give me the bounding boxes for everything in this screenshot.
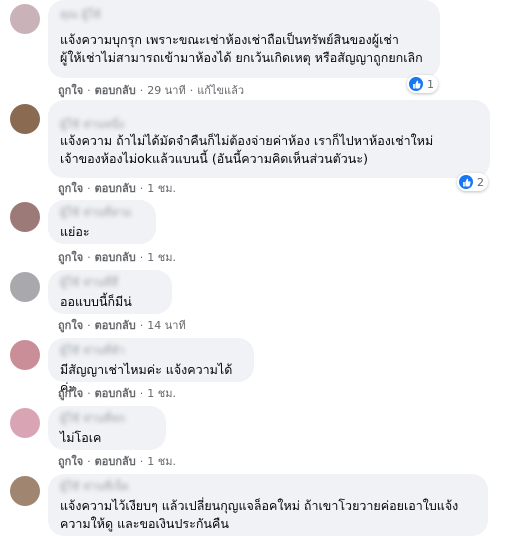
separator: ·: [139, 455, 144, 468]
thumbs-up-icon: [459, 175, 473, 189]
avatar[interactable]: [10, 104, 40, 134]
comment-bubble: ผู้ใช้ ท่านที่เจ็ด แจ้งความไว้เงียบๆ แล้…: [48, 474, 488, 536]
reaction-badge[interactable]: 1: [407, 75, 438, 93]
separator: ·: [139, 319, 144, 332]
separator: ·: [139, 182, 144, 195]
comment-time[interactable]: 14 นาที: [147, 319, 185, 332]
comment-actions: ถูกใจ · ตอบกลับ · 1 ชม.: [58, 387, 176, 401]
comment-bubble: ผู้ใช้ ท่านที่สี่ ออแบบนี้ก็มีน่: [48, 270, 172, 314]
separator: ·: [87, 182, 91, 195]
separator: ·: [87, 84, 91, 97]
reply-link[interactable]: ตอบกลับ: [95, 319, 136, 332]
reply-link[interactable]: ตอบกลับ: [95, 387, 136, 400]
comment-author[interactable]: คุณ ผู้ใช้: [60, 8, 428, 21]
reply-link[interactable]: ตอบกลับ: [95, 251, 136, 264]
avatar[interactable]: [10, 202, 40, 232]
separator: ·: [87, 319, 91, 332]
separator: ·: [87, 387, 91, 400]
separator: ·: [189, 84, 194, 97]
comment-author[interactable]: ผู้ใช้ ท่านที่สี่: [60, 276, 160, 289]
comment-bubble: ผู้ใช้ ท่านที่สาม แย่อะ: [48, 200, 156, 244]
comment-author[interactable]: ผู้ใช้ ท่านหนึ่ง: [60, 118, 478, 131]
comment-bubble: คุณ ผู้ใช้ แจ้งความบุกรุก เพราะขณะเช่าห้…: [48, 0, 440, 78]
thumbs-up-icon: [409, 77, 423, 91]
reply-link[interactable]: ตอบกลับ: [95, 84, 136, 97]
comment-bubble: ผู้ใช้ ท่านที่ห้า มีสัญญาเช่าไหมค่ะ แจ้ง…: [48, 338, 254, 395]
comment-text: ไม่โอเค: [60, 430, 102, 445]
reaction-badge[interactable]: 2: [457, 173, 488, 191]
comment-text: แจ้งความ ถ้าไม่ได้มัดจำคืนก็ไม่ต้องจ่ายค…: [60, 133, 434, 166]
comment-time[interactable]: 1 ชม.: [147, 455, 176, 468]
comment-actions: ถูกใจ · ตอบกลับ · 1 ชม.: [58, 182, 176, 196]
avatar[interactable]: [10, 272, 40, 302]
like-link[interactable]: ถูกใจ: [58, 84, 83, 97]
comment-text: แจ้งความไว้เงียบๆ แล้วเปลี่ยนกุญแจล็อคให…: [60, 498, 459, 531]
comment-author[interactable]: ผู้ใช้ ท่านที่สาม: [60, 206, 144, 219]
comment-text: ออแบบนี้ก็มีน่: [60, 294, 132, 309]
like-link[interactable]: ถูกใจ: [58, 182, 83, 195]
edited-label[interactable]: แก้ไขแล้ว: [197, 84, 244, 97]
reaction-count: 2: [477, 175, 484, 189]
comment-time[interactable]: 1 ชม.: [147, 182, 176, 195]
like-link[interactable]: ถูกใจ: [58, 319, 83, 332]
comment-author[interactable]: ผู้ใช้ ท่านที่เจ็ด: [60, 480, 476, 493]
separator: ·: [139, 387, 144, 400]
avatar[interactable]: [10, 340, 40, 370]
avatar[interactable]: [10, 476, 40, 506]
comment-time[interactable]: 1 ชม.: [147, 387, 176, 400]
comment-time[interactable]: 29 นาที: [147, 84, 185, 97]
like-link[interactable]: ถูกใจ: [58, 387, 83, 400]
avatar[interactable]: [10, 4, 40, 34]
comment-actions: ถูกใจ · ตอบกลับ · 1 ชม.: [58, 251, 176, 265]
comment-bubble: ผู้ใช้ ท่านที่หก ไม่โอเค: [48, 406, 166, 450]
comment-actions: ถูกใจ · ตอบกลับ · 29 นาที · แก้ไขแล้ว: [58, 84, 244, 98]
separator: ·: [139, 84, 144, 97]
comment-author[interactable]: ผู้ใช้ ท่านที่หก: [60, 412, 154, 425]
separator: ·: [87, 251, 91, 264]
separator: ·: [139, 251, 144, 264]
like-link[interactable]: ถูกใจ: [58, 455, 83, 468]
comment-text: แจ้งความบุกรุก เพราะขณะเช่าห้องเช่าถือเป…: [60, 32, 423, 65]
reply-link[interactable]: ตอบกลับ: [95, 182, 136, 195]
separator: ·: [87, 455, 91, 468]
comment-actions: ถูกใจ · ตอบกลับ · 14 นาที: [58, 319, 186, 333]
comment-time[interactable]: 1 ชม.: [147, 251, 176, 264]
avatar[interactable]: [10, 408, 40, 438]
like-link[interactable]: ถูกใจ: [58, 251, 83, 264]
comment-text: แย่อะ: [60, 224, 90, 239]
comment-bubble: ผู้ใช้ ท่านหนึ่ง แจ้งความ ถ้าไม่ได้มัดจำ…: [48, 100, 490, 178]
reaction-count: 1: [427, 77, 434, 91]
reply-link[interactable]: ตอบกลับ: [95, 455, 136, 468]
comment-actions: ถูกใจ · ตอบกลับ · 1 ชม.: [58, 455, 176, 469]
comment-author[interactable]: ผู้ใช้ ท่านที่ห้า: [60, 344, 242, 357]
